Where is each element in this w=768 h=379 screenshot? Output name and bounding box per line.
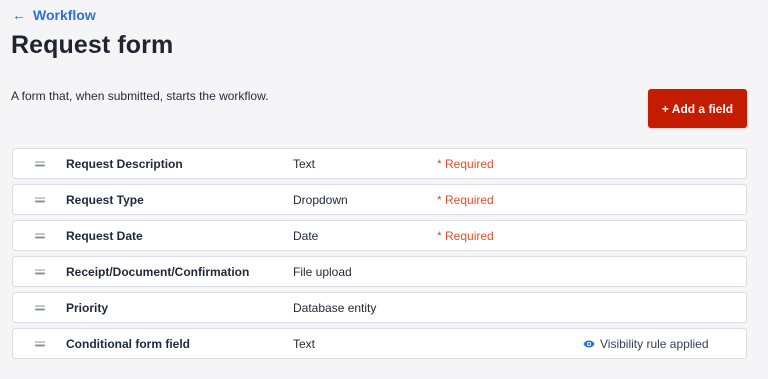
eye-icon — [583, 340, 595, 347]
field-row[interactable]: Conditional form field Text Visibility r… — [12, 328, 747, 359]
field-name: Request Type — [66, 192, 144, 207]
field-name: Receipt/Document/Confirmation — [66, 264, 250, 279]
drag-handle-icon[interactable] — [35, 305, 45, 310]
drag-handle-icon[interactable] — [35, 269, 45, 274]
back-link-label: Workflow — [33, 7, 96, 23]
drag-handle-icon[interactable] — [35, 161, 45, 166]
field-name: Request Description — [66, 156, 183, 171]
field-type: Text — [293, 156, 316, 171]
add-field-button[interactable]: + Add a field — [648, 89, 747, 128]
required-badge: * Required — [437, 228, 494, 243]
visibility-rule-label: Visibility rule applied — [600, 336, 709, 351]
request-form-page: ← Workflow Request form A form that, whe… — [0, 0, 768, 379]
field-name: Conditional form field — [66, 336, 190, 351]
field-name: Request Date — [66, 228, 143, 243]
field-type: Database entity — [293, 300, 377, 315]
field-type: Text — [293, 336, 316, 351]
visibility-rule-badge: Visibility rule applied — [583, 337, 709, 351]
field-type: File upload — [293, 264, 352, 279]
field-type: Dropdown — [293, 192, 348, 207]
required-badge: * Required — [437, 192, 494, 207]
field-row[interactable]: Priority Database entity — [12, 292, 747, 323]
drag-handle-icon[interactable] — [35, 233, 45, 238]
field-type: Date — [293, 228, 319, 243]
back-arrow-icon: ← — [12, 7, 26, 23]
drag-handle-icon[interactable] — [35, 197, 45, 202]
drag-handle-icon[interactable] — [35, 341, 45, 346]
required-badge: * Required — [437, 156, 494, 171]
field-list: Request Description Text * Required Requ… — [12, 148, 747, 364]
field-row[interactable]: Request Type Dropdown * Required — [12, 184, 747, 215]
field-row[interactable]: Receipt/Document/Confirmation File uploa… — [12, 256, 747, 287]
form-description: A form that, when submitted, starts the … — [11, 89, 269, 103]
page-title: Request form — [11, 31, 174, 59]
back-to-workflow-link[interactable]: ← Workflow — [12, 7, 96, 23]
field-row[interactable]: Request Date Date * Required — [12, 220, 747, 251]
field-row[interactable]: Request Description Text * Required — [12, 148, 747, 179]
field-name: Priority — [66, 300, 109, 315]
